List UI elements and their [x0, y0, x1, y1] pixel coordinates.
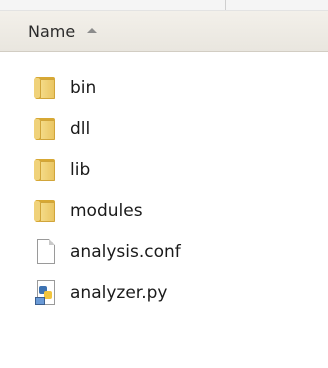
file-name: analysis.conf [70, 242, 181, 262]
sort-up-icon [87, 27, 98, 33]
list-item-dll[interactable]: dll [32, 113, 90, 145]
folder-icon [32, 115, 60, 143]
file-name: lib [70, 160, 91, 180]
column-header-bar: Name [0, 11, 328, 52]
file-explorer: Name bin dll lib modules analysis.conf a… [0, 0, 328, 368]
file-name: bin [70, 78, 97, 98]
folder-icon [32, 74, 60, 102]
folder-icon [32, 197, 60, 225]
python-file-icon [32, 279, 60, 307]
list-item-analyzer-py[interactable]: analyzer.py [32, 277, 167, 309]
list-item-analysis-conf[interactable]: analysis.conf [32, 236, 181, 268]
name-column-header[interactable]: Name [28, 21, 98, 41]
list-item-lib[interactable]: lib [32, 154, 90, 186]
file-name: modules [70, 201, 143, 221]
top-strip [0, 0, 328, 11]
column-divider[interactable] [225, 0, 226, 10]
file-name: dll [70, 119, 91, 139]
file-name: analyzer.py [70, 283, 168, 303]
folder-icon [32, 156, 60, 184]
list-item-bin[interactable]: bin [32, 72, 96, 104]
list-item-modules[interactable]: modules [32, 195, 143, 227]
file-icon [32, 238, 60, 266]
name-column-label: Name [28, 21, 76, 41]
